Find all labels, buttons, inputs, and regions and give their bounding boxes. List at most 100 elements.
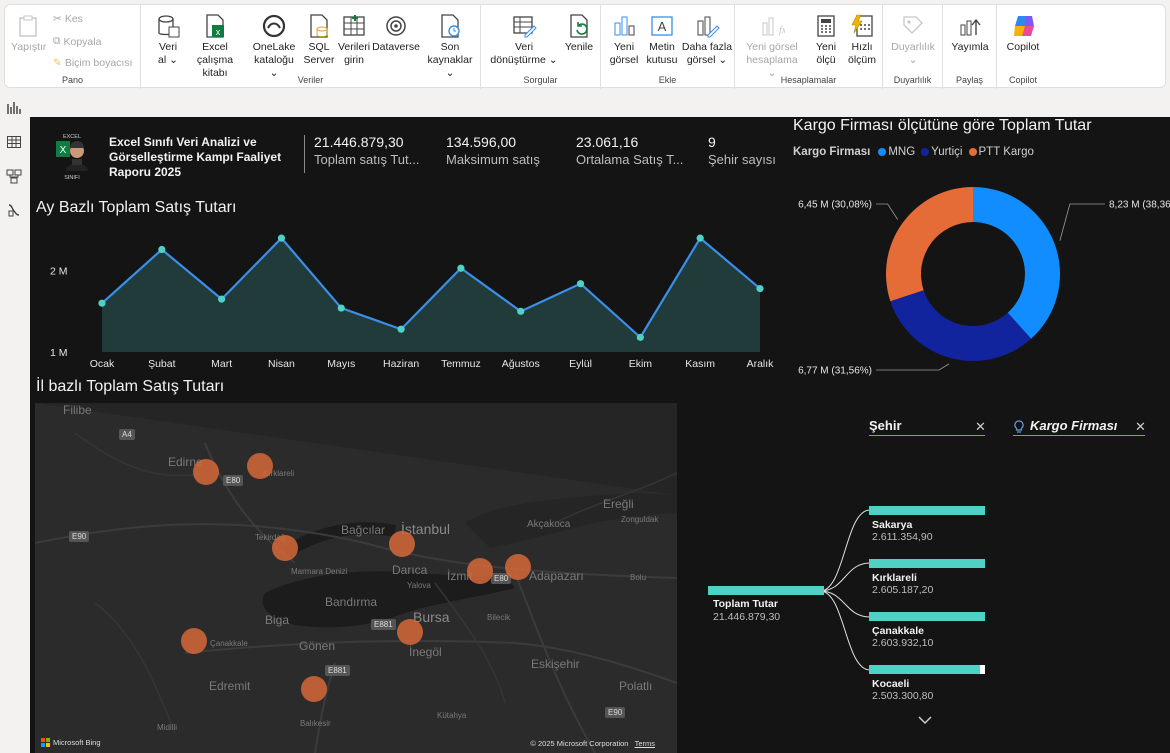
city-slicer-clear-icon[interactable]: ✕ [975, 419, 986, 435]
dataverse-button[interactable]: Dataverse [371, 13, 421, 54]
city-bubble-map[interactable]: Filibe Edirne Kırklareli İstanbul Bağcıl… [35, 403, 677, 753]
paste-label: Yapıştır [11, 41, 47, 53]
copilot-button[interactable]: Copilot [1001, 13, 1045, 54]
data-point [636, 333, 644, 341]
lightbulb-icon [1014, 420, 1024, 433]
city-slicer-title[interactable]: Şehir [869, 418, 902, 433]
dataverse-label: Dataverse [372, 41, 420, 53]
quick-measure-button[interactable]: Hızlı ölçüm [845, 13, 879, 67]
svg-text:fx: fx [779, 25, 785, 36]
map-bubble-istanbul[interactable] [389, 531, 415, 557]
textbox-label-2: kutusu [646, 54, 678, 66]
chevron-down-icon[interactable] [918, 715, 932, 725]
legend-label: PTT Kargo [978, 146, 1034, 158]
data-point [337, 304, 345, 312]
svg-text:x: x [216, 27, 221, 37]
data-point [397, 325, 405, 333]
map-bubble-balikesir[interactable] [301, 676, 327, 702]
legend-item[interactable]: PTT Kargo [968, 146, 1034, 158]
map-bubble-kirklareli[interactable] [247, 453, 273, 479]
dax-query-view-icon[interactable] [6, 202, 22, 218]
x-tick-label: Şubat [148, 358, 176, 370]
decomp-bar-kocaeli[interactable] [869, 665, 980, 674]
donut-slice [973, 187, 1060, 339]
map-bubble-bursa[interactable] [397, 619, 423, 645]
transform-data-button[interactable]: Veri dönüştürme ⌄ [489, 13, 559, 67]
cut-button[interactable]: ✂ Kes [53, 13, 83, 25]
publish-button[interactable]: Yayımla [947, 13, 993, 54]
new-measure-button[interactable]: Yeni ölçü [809, 13, 843, 67]
decomp-item-value: 2.603.932,10 [872, 637, 934, 649]
area-fill [102, 238, 760, 352]
decomp-bar-kirklareli[interactable] [869, 559, 985, 568]
decomp-bar-canakkale[interactable] [869, 612, 985, 621]
textbox-button[interactable]: A Metin kutusu [645, 13, 679, 67]
new-measure-label: Yeni [815, 41, 837, 53]
enter-data-button[interactable]: Verileri girin [337, 13, 371, 67]
new-visual-calc-label: Yeni görsel [746, 41, 798, 53]
recent-sources-button[interactable]: Son kaynaklar ⌄ [423, 13, 477, 80]
cargo-slicer-title[interactable]: Kargo Firması [1030, 418, 1117, 433]
new-visual-calc-button[interactable]: fx Yeni görselhesaplama ⌄ [741, 13, 803, 80]
dataverse-icon [386, 16, 406, 36]
get-data-button[interactable]: Veri al ⌄ [151, 13, 185, 67]
data-point [756, 284, 764, 293]
map-label: Filibe [63, 403, 92, 417]
sql-label: SQL [308, 41, 330, 53]
x-tick-label: Ekim [629, 358, 653, 370]
kpi-city-count-label: Şehir sayısı [708, 152, 776, 167]
decomp-root-bar[interactable] [708, 586, 824, 595]
new-visual-button[interactable]: Yeni görsel [607, 13, 641, 67]
donut-slice [886, 187, 973, 302]
group-label: Pano [61, 75, 84, 85]
more-visuals-button[interactable]: Daha fazla görsel ⌄ [681, 13, 733, 67]
report-view-icon[interactable] [6, 100, 22, 116]
copy-button[interactable]: ⧉ Kopyala [53, 35, 101, 48]
sensitivity-icon [903, 16, 923, 34]
decomp-item-name: Kocaeli [872, 678, 910, 690]
data-point [576, 280, 585, 288]
transform-label-2: dönüştürme ⌄ [490, 54, 558, 66]
excel-icon: x [206, 14, 224, 38]
kpi-avg-sales-value: 23.061,16 [576, 134, 639, 150]
enter-data-label-2: girin [344, 54, 364, 66]
map-bubble-edirne[interactable] [193, 459, 219, 485]
sensitivity-button[interactable]: Duyarlılık ⌄ [887, 13, 939, 67]
donut-data-label: 6,45 M (30,08%) [798, 200, 872, 211]
paste-icon [19, 15, 37, 37]
map-label: Çanakkale [210, 639, 248, 648]
enter-data-label: Verileri [337, 41, 371, 53]
decomp-bar-sakarya[interactable] [869, 506, 985, 515]
cargo-slicer-clear-icon[interactable]: ✕ [1135, 419, 1146, 435]
model-view-icon[interactable] [6, 168, 22, 184]
get-data-label: Veri [158, 41, 178, 53]
excel-button[interactable]: x Excel çalışma kitabı [185, 13, 245, 80]
legend-item[interactable]: MNG [878, 146, 915, 158]
map-copyright: © 2025 Microsoft Corporation Terms [530, 739, 655, 748]
sql-button[interactable]: SQL Server [303, 13, 335, 67]
map-bubble-canakkale[interactable] [181, 628, 207, 654]
x-tick-label: Eylül [569, 358, 592, 370]
onelake-icon [262, 14, 286, 38]
map-bubble-kocaeli[interactable] [467, 558, 493, 584]
cargo-slicer-underline [1013, 435, 1145, 436]
map-label: Yalova [407, 581, 431, 590]
format-painter-button[interactable]: ✎ Biçim boyacısı [53, 57, 133, 69]
legend-label: MNG [888, 146, 916, 158]
table-view-icon[interactable] [6, 134, 22, 150]
map-label: Marmara Denizi [291, 567, 348, 576]
map-label: Polatlı [619, 679, 653, 693]
excel-sinifi-logo: EXCEL X SINIFI [56, 134, 88, 181]
data-point [158, 245, 166, 254]
onelake-button[interactable]: OneLake kataloğu ⌄ [249, 13, 299, 80]
legend-item[interactable]: Yurtiçi [921, 146, 963, 158]
city-slicer-underline [869, 435, 985, 436]
recent-sources-icon [441, 14, 460, 38]
paste-button[interactable]: Yapıştır [11, 13, 47, 54]
map-bubble-sakarya[interactable] [505, 554, 531, 580]
table-icon [343, 15, 365, 36]
map-label: Bilecik [487, 613, 511, 622]
refresh-button[interactable]: Yenile [561, 13, 597, 54]
map-bubble-tekirdag[interactable] [272, 535, 298, 561]
terms-link[interactable]: Terms [635, 739, 655, 748]
